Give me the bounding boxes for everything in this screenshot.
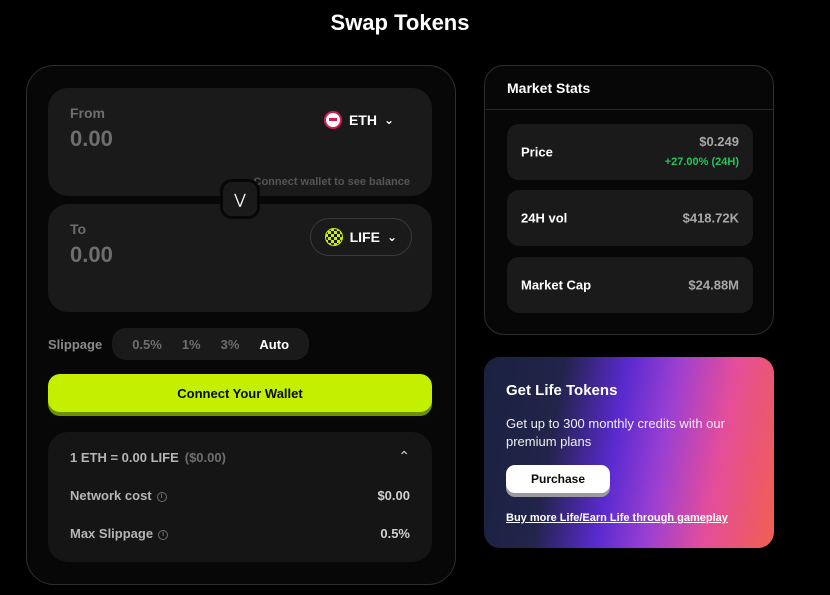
volume-card: 24H vol $418.72K bbox=[507, 190, 753, 246]
volume-label: 24H vol bbox=[521, 210, 568, 226]
market-stats-panel: Market Stats Price $0.249 +27.00% (24H) … bbox=[484, 65, 774, 335]
chevron-down-icon: ⌄ bbox=[383, 113, 394, 127]
swap-direction-button[interactable]: ⋁ bbox=[220, 179, 260, 219]
double-chevron-down-icon: ⋁ bbox=[234, 190, 246, 207]
slippage-label: Slippage bbox=[48, 336, 103, 352]
network-cost-label: Network cost bbox=[70, 488, 152, 503]
swap-details: 1 ETH = 0.00 LIFE ($0.00) ⌃ Network cost i… bbox=[48, 432, 432, 562]
from-token-selector[interactable]: ETH ⌄ bbox=[310, 101, 408, 139]
market-cap-value: $24.88M bbox=[688, 277, 739, 293]
slippage-option-auto[interactable]: Auto bbox=[249, 337, 299, 352]
info-icon[interactable]: i bbox=[158, 529, 169, 540]
volume-value: $418.72K bbox=[682, 210, 739, 226]
price-value: $0.249 bbox=[699, 134, 739, 149]
promo-card: Get Life Tokens Get up to 300 monthly cr… bbox=[484, 357, 774, 548]
market-cap-label: Market Cap bbox=[521, 277, 592, 293]
from-label: From bbox=[70, 105, 105, 121]
market-stats-title: Market Stats bbox=[507, 80, 591, 96]
max-slippage-label: Max Slippage bbox=[70, 526, 154, 541]
buy-more-link[interactable]: Buy more Life/Earn Life through gameplay bbox=[506, 512, 728, 524]
from-amount-input[interactable]: 0.00 bbox=[70, 126, 113, 152]
rate-text: 1 ETH = 0.00 LIFE bbox=[70, 450, 179, 465]
swap-panel: From 0.00 ETH ⌄ Connect wallet to see ba… bbox=[26, 65, 456, 585]
slippage-option-1[interactable]: 1% bbox=[172, 337, 211, 352]
to-token-selector[interactable]: LIFE ⌄ bbox=[309, 218, 412, 256]
to-token-box: To 0.00 LIFE ⌄ bbox=[48, 204, 432, 312]
network-cost-value: $0.00 bbox=[377, 488, 410, 503]
promo-description: Get up to 300 monthly credits with our p… bbox=[506, 416, 725, 449]
to-amount-input[interactable]: 0.00 bbox=[70, 242, 113, 268]
page-title: Swap Tokens bbox=[330, 10, 470, 35]
price-label: Price bbox=[521, 144, 553, 160]
chevron-down-icon: ⌄ bbox=[386, 230, 397, 244]
rate-usd: ($0.00) bbox=[184, 450, 226, 465]
max-slippage-value: 0.5% bbox=[380, 526, 410, 541]
connect-wallet-button[interactable]: Connect Your Wallet bbox=[48, 374, 432, 412]
exchange-rate: 1 ETH = 0.00 LIFE ($0.00) bbox=[70, 450, 226, 465]
promo-title: Get Life Tokens bbox=[506, 382, 618, 399]
balance-note: Connect wallet to see balance bbox=[253, 176, 411, 188]
eth-token-icon bbox=[323, 111, 342, 129]
slippage-option-3[interactable]: 3% bbox=[211, 337, 250, 352]
market-cap-card: Market Cap $24.88M bbox=[507, 257, 753, 313]
life-token-icon bbox=[324, 228, 343, 246]
divider bbox=[485, 109, 773, 110]
slippage-row: Slippage 0.5% 1% 3% Auto bbox=[48, 328, 310, 360]
price-card: Price $0.249 +27.00% (24H) bbox=[507, 124, 753, 180]
network-cost-row: Network cost i $0.00 bbox=[70, 488, 410, 503]
max-slippage-row: Max Slippage i 0.5% bbox=[70, 526, 410, 541]
slippage-option-0-5[interactable]: 0.5% bbox=[122, 337, 172, 352]
to-label: To bbox=[70, 221, 87, 237]
purchase-button[interactable]: Purchase bbox=[506, 465, 610, 493]
slippage-options: 0.5% 1% 3% Auto bbox=[112, 328, 310, 360]
info-icon[interactable]: i bbox=[156, 491, 167, 502]
to-token-symbol: LIFE bbox=[349, 229, 380, 245]
chevron-up-icon[interactable]: ⌃ bbox=[398, 448, 410, 465]
from-token-symbol: ETH bbox=[348, 112, 377, 128]
price-change: +27.00% (24H) bbox=[664, 156, 739, 168]
